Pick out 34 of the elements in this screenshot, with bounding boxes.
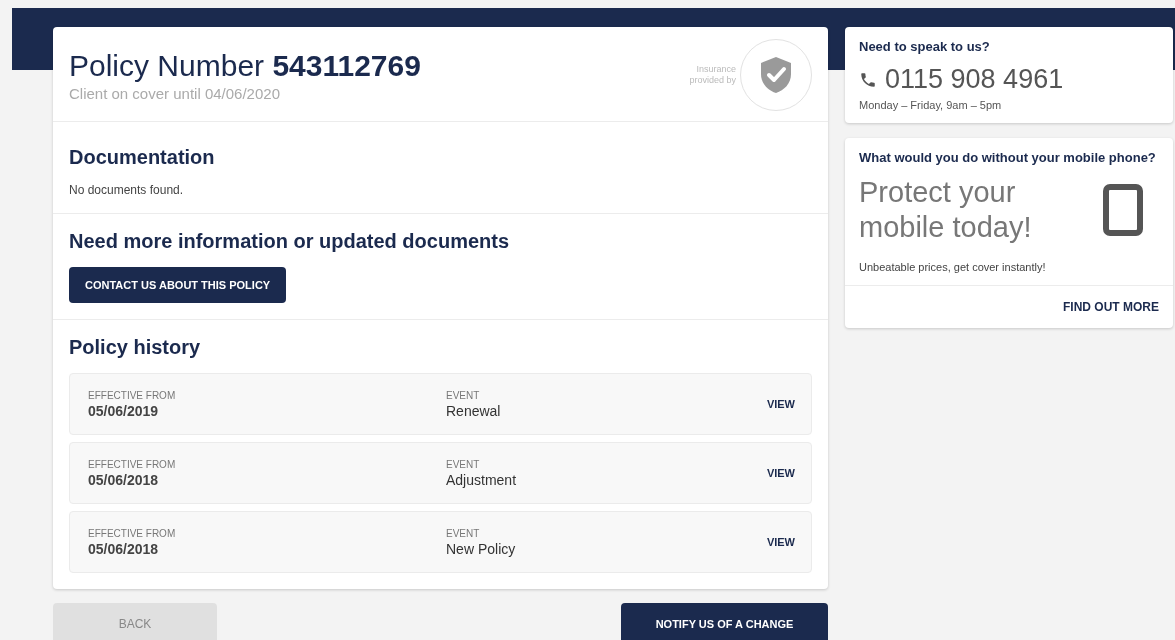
- empty-message: No documents found.: [69, 183, 184, 197]
- promo-text: Unbeatable prices, get cover instantly!: [859, 260, 1047, 273]
- field-label: EFFECTIVE FROM: [88, 527, 177, 539]
- insurer-label: Insurance provided by: [688, 64, 736, 86]
- contact-button[interactable]: CONTACT US ABOUT THIS POLICY: [69, 267, 287, 303]
- view-link[interactable]: VIEW: [766, 398, 795, 410]
- contact-heading: Need to speak to us?: [859, 39, 991, 54]
- shield-check-icon: [758, 55, 794, 95]
- effective-date: 05/06/2018: [88, 540, 160, 557]
- opening-hours: Monday – Friday, 9am – 5pm: [859, 99, 1003, 111]
- field-label: EVENT: [446, 527, 481, 539]
- event-name: Adjustment: [446, 471, 518, 488]
- policy-title: Policy Number 543112769: [69, 48, 421, 83]
- section-heading: Need more information or updated documents: [69, 230, 510, 253]
- find-out-more-link[interactable]: FIND OUT MORE: [1063, 299, 1159, 314]
- mobile-phone-icon: [1103, 183, 1143, 236]
- phone-number: 0115 908 4961: [885, 64, 1064, 95]
- effective-date: 05/06/2019: [88, 402, 160, 419]
- event-name: New Policy: [446, 540, 517, 557]
- notify-button[interactable]: NOTIFY US OF A CHANGE: [621, 603, 828, 640]
- field-label: EVENT: [446, 458, 481, 470]
- cover-note: Client on cover until 04/06/2020: [69, 84, 281, 102]
- section-heading: Policy history: [69, 336, 201, 359]
- phone-icon: [859, 70, 877, 89]
- view-link[interactable]: VIEW: [766, 536, 795, 548]
- field-label: EFFECTIVE FROM: [88, 458, 177, 470]
- promo-headline: Protect your mobile today!: [859, 175, 1033, 245]
- event-name: Renewal: [446, 402, 502, 419]
- field-label: EFFECTIVE FROM: [88, 389, 177, 401]
- view-link[interactable]: VIEW: [766, 467, 795, 479]
- effective-date: 05/06/2018: [88, 471, 160, 488]
- field-label: EVENT: [446, 389, 481, 401]
- section-heading: Documentation: [69, 146, 215, 169]
- promo-heading: What would you do without your mobile phone?: [859, 150, 1157, 165]
